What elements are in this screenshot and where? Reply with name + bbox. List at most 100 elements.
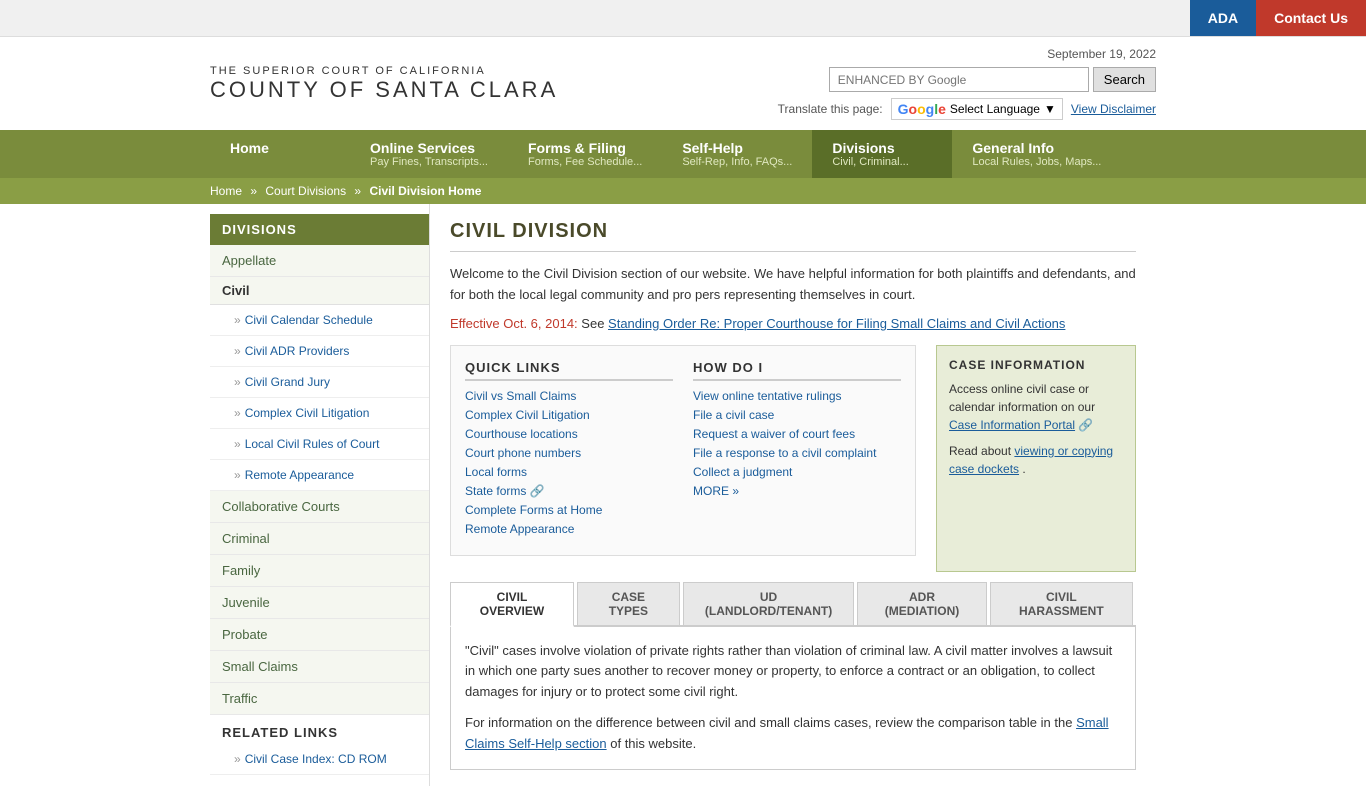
sidebar-item-juvenile[interactable]: Juvenile — [210, 587, 429, 619]
translate-row: Translate this page: Google Select Langu… — [778, 98, 1156, 120]
sidebar-item-civil-adr-providers[interactable]: Civil ADR Providers — [210, 336, 429, 367]
sidebar-section-header: DIVISIONS — [210, 214, 429, 245]
quick-link-local-forms[interactable]: Local forms — [465, 465, 673, 479]
three-col-row: QUICK LINKS Civil vs Small Claims Complex… — [450, 345, 1136, 572]
quick-link-courthouse-locations[interactable]: Courthouse locations — [465, 427, 673, 441]
nav-item-divisions[interactable]: DivisionsCivil, Criminal... — [812, 130, 952, 178]
case-info-text2b: . — [1022, 462, 1025, 476]
effective-see: See — [581, 316, 608, 331]
breadcrumb-sep2: » — [354, 184, 364, 198]
how-do-i-link[interactable]: View online tentative rulings — [693, 389, 901, 403]
search-button[interactable]: Search — [1093, 67, 1156, 92]
main-nav: HomeOnline ServicesPay Fines, Transcript… — [0, 130, 1366, 178]
sidebar: DIVISIONS AppellateCivilCivil Calendar S… — [210, 204, 430, 786]
content-wrapper: DIVISIONS AppellateCivilCivil Calendar S… — [0, 204, 1366, 786]
tab-ud--landlord-tenant-[interactable]: UD (LANDLORD/TENANT) — [683, 582, 855, 625]
how-do-i-link[interactable]: Request a waiver of court fees — [693, 427, 901, 441]
quick-links-section: QUICK LINKS Civil vs Small Claims Complex… — [465, 360, 673, 541]
tab-p2b: of this website. — [610, 736, 696, 751]
breadcrumb-home[interactable]: Home — [210, 184, 242, 198]
tab-content: "Civil" cases involve violation of priva… — [450, 627, 1136, 770]
quick-link-remote-appearance[interactable]: Remote Appearance — [465, 522, 673, 536]
related-links: Civil Case Index: CD ROM — [210, 744, 429, 775]
tab-p2: For information on the difference betwee… — [465, 713, 1121, 755]
intro-text: Welcome to the Civil Division section of… — [450, 264, 1136, 306]
case-info-text: Access online civil case or calendar inf… — [949, 380, 1123, 434]
quick-link-complete-forms-at-home[interactable]: Complete Forms at Home — [465, 503, 673, 517]
quick-link-complex-civil-litigation[interactable]: Complex Civil Litigation — [465, 408, 673, 422]
sidebar-item-appellate[interactable]: Appellate — [210, 245, 429, 277]
header-right: September 19, 2022 Search Translate this… — [778, 47, 1156, 120]
sidebar-item-civil-calendar-schedule[interactable]: Civil Calendar Schedule — [210, 305, 429, 336]
case-info-ext: 🔗 — [1078, 418, 1093, 432]
breadcrumb-current: Civil Division Home — [369, 184, 481, 198]
sidebar-item-criminal[interactable]: Criminal — [210, 523, 429, 555]
logo-top: The Superior Court of California — [210, 65, 558, 77]
sidebar-item-family[interactable]: Family — [210, 555, 429, 587]
sidebar-item-collaborative-courts[interactable]: Collaborative Courts — [210, 491, 429, 523]
google-logo: Google — [898, 101, 946, 117]
quick-link-court-phone-numbers[interactable]: Court phone numbers — [465, 446, 673, 460]
case-info-text1: Access online civil case or calendar inf… — [949, 382, 1095, 414]
how-do-i-link[interactable]: File a response to a civil complaint — [693, 446, 901, 460]
quick-links-title: QUICK LINKS — [465, 360, 673, 381]
case-info-text2: Read about — [949, 444, 1014, 458]
effective-notice: Effective Oct. 6, 2014: See Standing Ord… — [450, 316, 1136, 331]
sidebar-item-complex-civil-litigation[interactable]: Complex Civil Litigation — [210, 398, 429, 429]
breadcrumb-sep1: » — [250, 184, 260, 198]
related-link[interactable]: Civil Case Index: CD ROM — [210, 744, 429, 775]
quick-link-civil-vs-small-claims[interactable]: Civil vs Small Claims — [465, 389, 673, 403]
case-info-link1[interactable]: Case Information Portal — [949, 418, 1075, 432]
view-disclaimer-link[interactable]: View Disclaimer — [1071, 102, 1156, 116]
sidebar-item-local-civil-rules-of-court[interactable]: Local Civil Rules of Court — [210, 429, 429, 460]
sidebar-items: AppellateCivilCivil Calendar ScheduleCiv… — [210, 245, 429, 715]
nav-item-self-help[interactable]: Self-HelpSelf-Rep, Info, FAQs... — [662, 130, 812, 178]
sidebar-item-small-claims[interactable]: Small Claims — [210, 651, 429, 683]
how-do-i-link[interactable]: MORE » — [693, 484, 901, 498]
tabs-area: CIVIL OVERVIEWCASE TYPESUD (LANDLORD/TEN… — [450, 582, 1136, 770]
related-links-header: RELATED LINKS — [210, 715, 429, 744]
main-content: CIVIL DIVISION Welcome to the Civil Divi… — [430, 204, 1156, 786]
tab-p2-text: For information on the difference betwee… — [465, 715, 1076, 730]
sidebar-item-civil: Civil — [210, 277, 429, 305]
sidebar-item-remote-appearance[interactable]: Remote Appearance — [210, 460, 429, 491]
translate-label: Translate this page: — [778, 102, 883, 116]
search-bar: Search — [829, 67, 1156, 92]
quick-links-list: Civil vs Small Claims Complex Civil Litig… — [465, 389, 673, 536]
search-input[interactable] — [829, 67, 1089, 92]
ada-button[interactable]: ADA — [1190, 0, 1256, 36]
lang-select-button[interactable]: Google Select Language ▼ — [891, 98, 1063, 120]
case-info-text2-block: Read about viewing or copying case docke… — [949, 442, 1123, 478]
nav-item-general-info[interactable]: General InfoLocal Rules, Jobs, Maps... — [952, 130, 1121, 178]
logo-bottom: County of Santa Clara — [210, 77, 558, 103]
tab-case-types[interactable]: CASE TYPES — [577, 582, 680, 625]
tab-civil-harassment[interactable]: CIVIL HARASSMENT — [990, 582, 1133, 625]
sidebar-item-civil-grand-jury[interactable]: Civil Grand Jury — [210, 367, 429, 398]
nav-item-online-services[interactable]: Online ServicesPay Fines, Transcripts... — [350, 130, 508, 178]
how-do-i-section: HOW DO I View online tentative rulingsFi… — [693, 360, 901, 541]
page-title: CIVIL DIVISION — [450, 220, 1136, 252]
breadcrumb-divisions[interactable]: Court Divisions — [265, 184, 346, 198]
nav-item-home[interactable]: Home — [210, 130, 350, 178]
tab-p1: "Civil" cases involve violation of priva… — [465, 641, 1121, 703]
top-bar: ADA Contact Us — [0, 0, 1366, 37]
how-do-i-link[interactable]: File a civil case — [693, 408, 901, 422]
case-info-title: CASE INFORMATION — [949, 358, 1123, 372]
quick-link-state-forms[interactable]: State forms 🔗 — [465, 484, 673, 498]
nav-item-forms---filing[interactable]: Forms & FilingForms, Fee Schedule... — [508, 130, 662, 178]
effective-date: Effective Oct. 6, 2014: — [450, 316, 578, 331]
lang-select-label: Select Language — [950, 102, 1040, 116]
tabs-header: CIVIL OVERVIEWCASE TYPESUD (LANDLORD/TEN… — [450, 582, 1136, 627]
how-do-i-link[interactable]: Collect a judgment — [693, 465, 901, 479]
tab-civil-overview[interactable]: CIVIL OVERVIEW — [450, 582, 574, 627]
effective-link[interactable]: Standing Order Re: Proper Courthouse for… — [608, 316, 1065, 331]
breadcrumb: Home » Court Divisions » Civil Division … — [0, 178, 1366, 204]
contact-button[interactable]: Contact Us — [1256, 0, 1366, 36]
sidebar-item-traffic[interactable]: Traffic — [210, 683, 429, 715]
case-info-box: CASE INFORMATION Access online civil cas… — [936, 345, 1136, 572]
how-do-i-list: View online tentative rulings File a civi… — [693, 389, 901, 498]
tab-adr--mediation-[interactable]: ADR (MEDIATION) — [857, 582, 986, 625]
lang-dropdown-icon: ▼ — [1044, 102, 1056, 116]
two-col: QUICK LINKS Civil vs Small Claims Complex… — [450, 345, 916, 556]
sidebar-item-probate[interactable]: Probate — [210, 619, 429, 651]
